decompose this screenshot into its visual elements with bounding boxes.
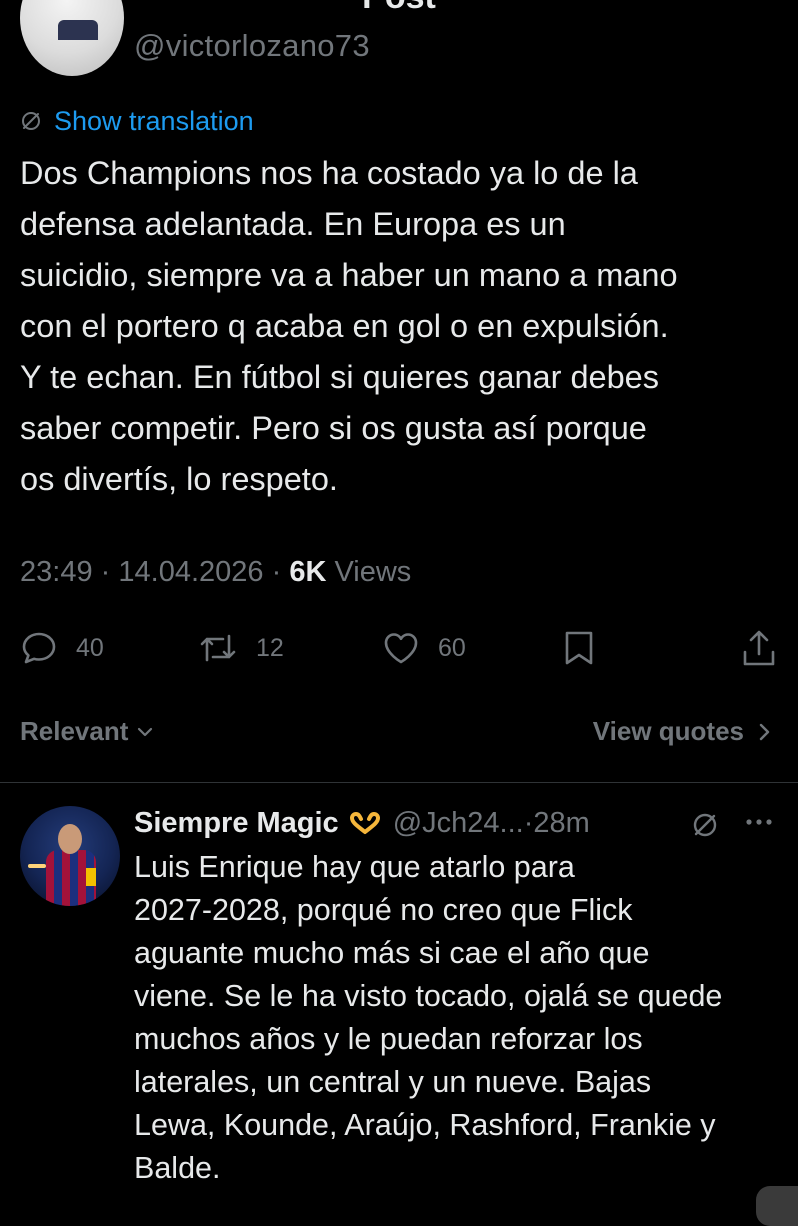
tweet-meta: 23:49 · 14.04.2026 · 6K Views — [20, 556, 411, 589]
like-button[interactable]: 60 — [382, 622, 466, 674]
chevron-down-icon — [138, 727, 153, 736]
bookmark-icon — [565, 631, 593, 665]
more-icon[interactable] — [744, 812, 774, 837]
tweet-text: Dos Champions nos ha costado ya lo de la… — [20, 148, 790, 505]
chevron-right-icon — [759, 723, 770, 740]
tweet-time: 23:49 — [20, 556, 93, 588]
floating-action-button[interactable] — [756, 1186, 798, 1226]
translate-icon — [22, 112, 40, 130]
share-button[interactable] — [740, 622, 778, 674]
reply-author-handle[interactable]: @Jch24... — [393, 807, 524, 840]
views-label[interactable]: Views — [334, 556, 411, 588]
view-quotes-link[interactable]: View quotes — [593, 716, 772, 747]
tweet-line: Dos Champions nos ha costado ya lo de la — [20, 155, 638, 191]
relevant-label: Relevant — [20, 716, 129, 746]
reply-line: Lewa, Kounde, Araújo, Rashford, Frankie … — [134, 1108, 716, 1142]
reply-text: Luis Enrique hay que atarlo para 2027-20… — [134, 846, 784, 1190]
heart-hands-icon — [349, 811, 381, 835]
reply-header: Siempre Magic @Jch24... · 28m — [134, 800, 590, 846]
reply-line: aguante mucho más si cae el año que — [134, 936, 650, 970]
tweet-line: suicidio, siempre va a haber un mano a m… — [20, 257, 678, 293]
meta-separator: · — [100, 556, 111, 588]
reply-line: laterales, un central y un nueve. Bajas — [134, 1065, 652, 1099]
reply-line: viene. Se le ha visto tocado, ojalá se q… — [134, 979, 723, 1013]
reply-icon — [22, 632, 56, 664]
view-quotes-label: View quotes — [592, 716, 744, 746]
translation-row[interactable]: Show translation — [20, 104, 254, 138]
share-icon — [743, 630, 775, 666]
bookmark-button[interactable] — [562, 622, 596, 674]
reply-author-name[interactable]: Siempre Magic — [134, 807, 339, 840]
heart-icon — [384, 633, 418, 664]
reply-line: muchos años y le puedan reforzar los — [134, 1022, 643, 1056]
tweet-line: os divertís, lo respeto. — [20, 461, 338, 497]
sort-row: Relevant View quotes — [0, 712, 798, 756]
reply-avatar[interactable] — [20, 806, 120, 906]
reply-line: Balde. — [134, 1151, 221, 1185]
views-count[interactable]: 6K — [289, 556, 326, 588]
action-bar: 40 12 60 — [0, 622, 798, 674]
repost-count: 12 — [256, 633, 284, 662]
tweet-date: 14.04.2026 — [118, 556, 264, 588]
tweet-line: Y te echan. En fútbol si quieres ganar d… — [20, 359, 660, 395]
like-count: 60 — [438, 633, 466, 662]
relevant-dropdown[interactable]: Relevant — [20, 716, 156, 747]
reply-count: 40 — [76, 633, 104, 662]
author-handle[interactable]: @victorlozano73 — [134, 28, 370, 64]
tweet-line: con el portero q acaba en gol o en expul… — [20, 308, 669, 344]
reply-time: 28m — [533, 806, 590, 839]
show-translation-link[interactable]: Show translation — [54, 106, 254, 137]
reply-button[interactable]: 40 — [20, 622, 104, 674]
meta-separator: · — [271, 556, 282, 588]
repost-button[interactable]: 12 — [198, 622, 284, 674]
tweet-line: defensa adelantada. En Europa es un — [20, 206, 566, 242]
author-avatar[interactable] — [20, 0, 124, 76]
repost-icon — [200, 634, 236, 662]
reply-line: 2027-2028, porqué no creo que Flick — [134, 893, 633, 927]
divider — [0, 782, 798, 783]
reply-line: Luis Enrique hay que atarlo para — [134, 850, 575, 884]
translate-icon[interactable] — [690, 810, 720, 845]
tweet-line: saber competir. Pero si os gusta así por… — [20, 410, 647, 446]
meta-separator: · — [523, 806, 534, 839]
